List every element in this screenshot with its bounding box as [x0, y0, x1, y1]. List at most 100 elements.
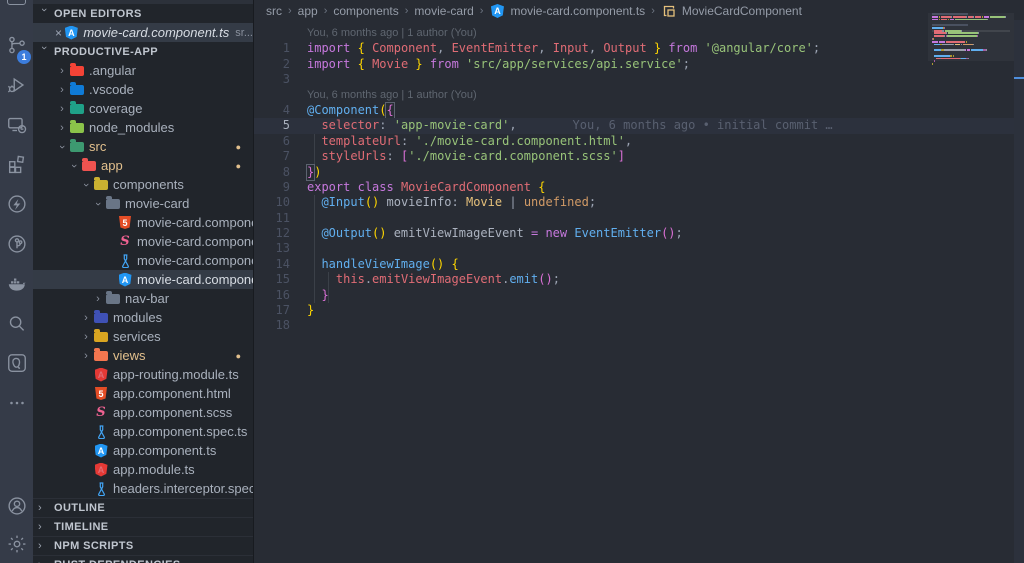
code-line-6[interactable]: 6 templateUrl: './movie-card.component.h…: [254, 134, 1014, 149]
scrollbar[interactable]: [1014, 20, 1024, 563]
line-number[interactable]: 15: [254, 272, 290, 287]
line-number[interactable]: 16: [254, 288, 290, 303]
code-line-1[interactable]: 1 import { Component, EventEmitter, Input…: [254, 41, 1014, 56]
extensions-icon[interactable]: [0, 147, 33, 181]
code-line-11[interactable]: 11: [254, 211, 1014, 226]
code-line-10[interactable]: 10 @Input() movieInfo: Movie | undefined…: [254, 195, 1014, 210]
code-line-18[interactable]: 18: [254, 318, 1014, 333]
line-number[interactable]: 6: [254, 134, 290, 149]
postgresql-icon[interactable]: [0, 346, 33, 380]
code-line-9[interactable]: 9 export class MovieCardComponent {: [254, 180, 1014, 195]
tree-item-app-component-spec-ts[interactable]: app.component.spec.ts: [33, 422, 253, 441]
breadcrumb-item-components[interactable]: components: [333, 4, 398, 18]
breadcrumb-item-moviecardcomponent[interactable]: MovieCardComponent: [661, 4, 802, 18]
line-number[interactable]: 18: [254, 318, 290, 333]
tree-item-movie-card-component-s-[interactable]: movie-card.component.s...: [33, 251, 253, 270]
code-line-12[interactable]: 12 @Output() emitViewImageEvent = new Ev…: [254, 226, 1014, 241]
tree-item-coverage[interactable]: › coverage: [33, 99, 253, 118]
tree-item-node-modules[interactable]: › node_modules: [33, 118, 253, 137]
more-icon[interactable]: [0, 386, 33, 420]
section-title: OUTLINE: [54, 502, 106, 514]
thunder-client-icon[interactable]: [0, 187, 33, 221]
line-number[interactable]: 10: [254, 195, 290, 210]
line-number[interactable]: 12: [254, 226, 290, 241]
line-number[interactable]: 14: [254, 257, 290, 272]
settings-icon[interactable]: [0, 527, 33, 561]
tree-item-app-component-ts[interactable]: Aapp.component.ts: [33, 441, 253, 460]
code-line-15[interactable]: 15 this. emitViewImageEvent. emit();: [254, 272, 1014, 287]
tree-item-movie-card-component-s-[interactable]: Smovie-card.component.s...: [33, 232, 253, 251]
tree-item-app-module-ts[interactable]: Aapp.module.ts: [33, 460, 253, 479]
section-rust-dependencies[interactable]: › RUST DEPENDENCIES: [33, 555, 253, 563]
tree-item-views[interactable]: › views ●: [33, 346, 253, 365]
line-number[interactable]: 3: [254, 72, 290, 87]
code-line-8[interactable]: 8}): [254, 163, 1014, 181]
tree-item-nav-bar[interactable]: › nav-bar: [33, 289, 253, 308]
tree-item-modules[interactable]: › modules: [33, 308, 253, 327]
remote-explorer-icon[interactable]: [0, 108, 33, 142]
minimap-line: [932, 21, 1010, 23]
code-line-7[interactable]: 7 styleUrls: ['./movie-card.component.sc…: [254, 149, 1014, 164]
minimap[interactable]: [932, 13, 1010, 69]
search-icon[interactable]: [0, 307, 33, 341]
docker-icon[interactable]: [0, 267, 33, 301]
tree-item--vscode[interactable]: › .vscode: [33, 80, 253, 99]
tree-item-headers-interceptor-spec-ts[interactable]: headers.interceptor.spec.ts: [33, 479, 253, 498]
tree-item--angular[interactable]: › .angular: [33, 61, 253, 80]
tree-item-label: .vscode: [89, 82, 134, 97]
source-control-icon[interactable]: 1: [0, 28, 33, 64]
line-number[interactable]: 7: [254, 149, 290, 164]
tree-item-app-routing-module-ts[interactable]: Aapp-routing.module.ts: [33, 365, 253, 384]
code-line-13[interactable]: 13: [254, 241, 1014, 256]
open-editors-header[interactable]: › OPEN EDITORS: [33, 4, 253, 23]
code-line-17[interactable]: 17}: [254, 303, 1014, 318]
line-number[interactable]: 17: [254, 303, 290, 318]
chevron-right-icon: ›: [38, 559, 50, 563]
tree-item-app-component-html[interactable]: 5 app.component.html: [33, 384, 253, 403]
run-debug-icon[interactable]: [0, 68, 33, 102]
git-modified-dot: ●: [235, 160, 241, 171]
breadcrumb-item-movie-card-component-ts[interactable]: Amovie-card.component.ts: [489, 4, 645, 18]
chevron-down-icon: ›: [80, 182, 92, 187]
breadcrumb-item-app[interactable]: app: [298, 4, 318, 18]
tree-item-app-component-scss[interactable]: Sapp.component.scss: [33, 403, 253, 422]
line-number[interactable]: 9: [254, 180, 290, 195]
code-area[interactable]: You, 6 months ago | 1 author (You) 1 impor…: [254, 22, 1014, 563]
line-number[interactable]: 13: [254, 241, 290, 256]
editor-pane[interactable]: src › app › components › movie-card › Amovie-car…: [254, 0, 1024, 563]
code-line-3[interactable]: 3: [254, 72, 1014, 87]
git-graph-icon[interactable]: [0, 227, 33, 261]
tree-item-movie-card[interactable]: › movie-card: [33, 194, 253, 213]
code-rows: You, 6 months ago | 1 author (You) 1 impor…: [254, 26, 1014, 334]
tree-item-components[interactable]: › components: [33, 175, 253, 194]
code-line-16[interactable]: 16 }: [254, 288, 1014, 303]
line-number[interactable]: 2: [254, 57, 290, 72]
section-outline[interactable]: › OUTLINE: [33, 498, 253, 517]
section-timeline[interactable]: › TIMELINE: [33, 517, 253, 536]
line-number[interactable]: 11: [254, 211, 290, 226]
tree-item-movie-card-component-ts[interactable]: Amovie-card.component.ts: [33, 270, 253, 289]
line-number[interactable]: 4: [254, 103, 290, 118]
breadcrumb-item-movie-card[interactable]: movie-card: [414, 4, 473, 18]
node-folder-icon: [69, 119, 85, 135]
section-npm-scripts[interactable]: › NPM SCRIPTS: [33, 536, 253, 555]
tree-item-services[interactable]: › services: [33, 327, 253, 346]
breadcrumb-item-src[interactable]: src: [266, 4, 282, 18]
accounts-icon[interactable]: [0, 489, 33, 523]
tree-item-src[interactable]: › src ●: [33, 137, 253, 156]
open-editor-item[interactable]: × Amovie-card.component.ts sr...: [33, 23, 253, 42]
line-number[interactable]: 8: [254, 165, 290, 180]
tree-item-movie-card-component-h-[interactable]: 5 movie-card.component.h...: [33, 213, 253, 232]
close-icon[interactable]: ×: [55, 26, 63, 40]
tree-item-label: app.component.scss: [113, 405, 233, 420]
line-number[interactable]: 1: [254, 41, 290, 56]
chevron-right-icon: ›: [96, 292, 100, 305]
line-number[interactable]: 5: [254, 118, 290, 133]
project-header[interactable]: › PRODUCTIVE-APP: [33, 42, 253, 61]
files-icon[interactable]: [7, 0, 26, 5]
code-line-14[interactable]: 14 handleViewImage() {: [254, 257, 1014, 272]
tree-item-app[interactable]: › app ●: [33, 156, 253, 175]
code-line-2[interactable]: 2 import { Movie } from 'src/app/services…: [254, 57, 1014, 72]
code-line-5[interactable]: 5 selector: 'app-movie-card', You, 6 mont…: [254, 118, 1014, 134]
code-line-4[interactable]: 4 @Component({: [254, 101, 1014, 120]
